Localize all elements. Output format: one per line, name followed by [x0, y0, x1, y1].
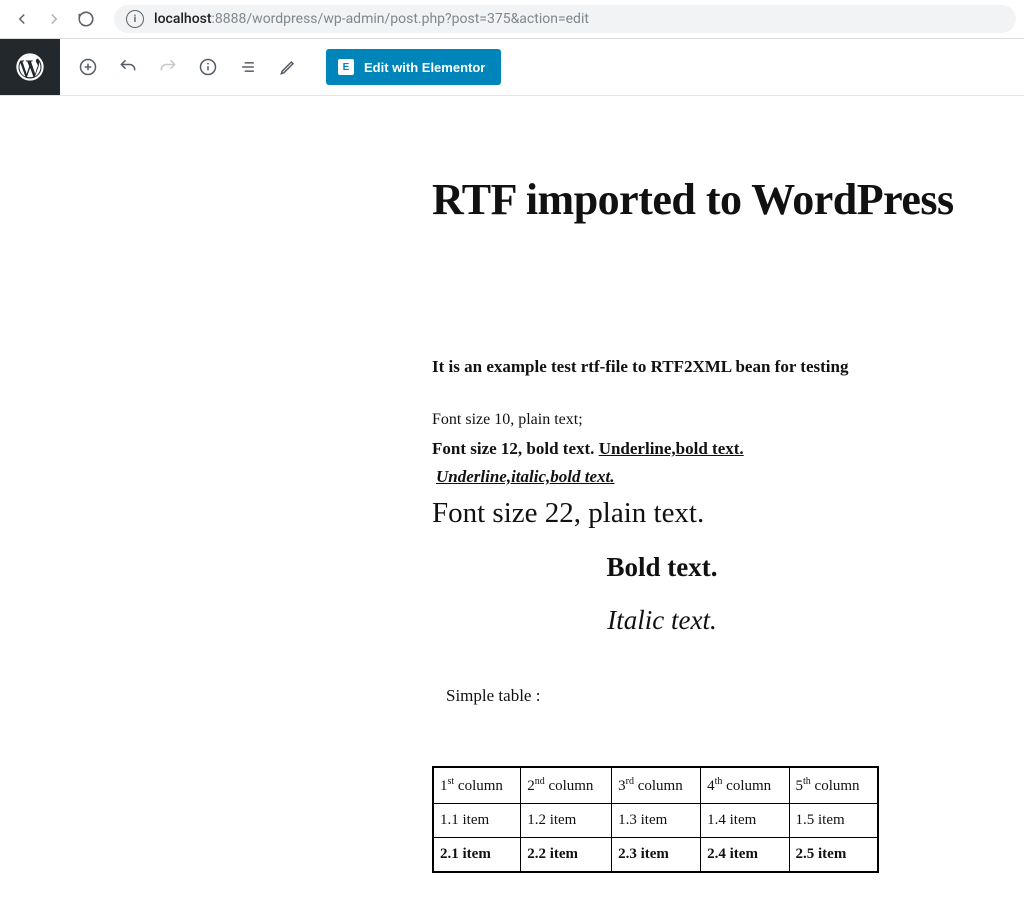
table-row: 2.1 item2.2 item2.3 item2.4 item2.5 item	[433, 838, 878, 873]
table-cell: 2.4 item	[701, 838, 789, 873]
table-header-row: 1st column2nd column3rd column4th column…	[433, 767, 878, 804]
undo-button[interactable]	[108, 47, 148, 87]
add-block-button[interactable]	[68, 47, 108, 87]
table-cell: 1.5 item	[789, 804, 878, 838]
table-header-cell: 3rd column	[612, 767, 701, 804]
intro-paragraph[interactable]: It is an example test rtf-file to RTF2XM…	[432, 357, 1012, 377]
rtf-table[interactable]: 1st column2nd column3rd column4th column…	[432, 766, 879, 873]
edit-with-elementor-button[interactable]: E Edit with Elementor	[326, 49, 501, 85]
site-info-icon: i	[126, 10, 144, 28]
post-title[interactable]: RTF imported to WordPress	[432, 174, 1012, 225]
line12-prefix: Font size 12, bold text.	[432, 439, 599, 458]
redo-button[interactable]	[148, 47, 188, 87]
line12-underline: Underline,bold text.	[599, 439, 744, 458]
browser-address-bar[interactable]: i localhost:8888/wordpress/wp-admin/post…	[114, 5, 1016, 33]
line-font-22[interactable]: Font size 22, plain text.	[432, 497, 1012, 530]
line-italic-centered[interactable]: Italic text.	[432, 605, 1012, 636]
table-header-cell: 5th column	[789, 767, 878, 804]
browser-forward-button[interactable]	[40, 5, 68, 33]
editor-toolbar: E Edit with Elementor	[0, 39, 1024, 96]
undo-icon	[118, 57, 138, 77]
elementor-icon: E	[338, 59, 354, 75]
line-font-12[interactable]: Font size 12, bold text. Underline,bold …	[432, 439, 1012, 459]
wordpress-icon	[16, 53, 44, 81]
line-underline-italic-bold[interactable]: Underline,italic,bold text.	[436, 467, 1012, 487]
url-host: localhost	[154, 11, 212, 27]
plus-circle-icon	[78, 57, 98, 77]
table-header-cell: 2nd column	[521, 767, 612, 804]
table-cell: 1.2 item	[521, 804, 612, 838]
toolbar-group	[60, 47, 316, 87]
line-simple-table[interactable]: Simple table :	[446, 686, 1012, 706]
reload-icon	[77, 10, 95, 28]
table-cell: 1.1 item	[433, 804, 521, 838]
table-header-cell: 4th column	[701, 767, 789, 804]
browser-reload-button[interactable]	[72, 5, 100, 33]
url-text: localhost:8888/wordpress/wp-admin/post.p…	[154, 11, 589, 27]
url-path: :8888/wordpress/wp-admin/post.php?post=3…	[212, 11, 589, 27]
arrow-left-icon	[13, 10, 31, 28]
editor-canvas[interactable]: RTF imported to WordPress It is an examp…	[0, 174, 1024, 873]
table-cell: 2.1 item	[433, 838, 521, 873]
table-row: 1.1 item1.2 item1.3 item1.4 item1.5 item	[433, 804, 878, 838]
table-cell: 1.4 item	[701, 804, 789, 838]
post-content: RTF imported to WordPress It is an examp…	[432, 174, 1012, 873]
line-font-10[interactable]: Font size 10, plain text;	[432, 411, 1012, 429]
browser-chrome: i localhost:8888/wordpress/wp-admin/post…	[0, 0, 1024, 39]
elementor-button-label: Edit with Elementor	[364, 60, 485, 75]
table-cell: 2.2 item	[521, 838, 612, 873]
pencil-icon	[278, 57, 298, 77]
redo-icon	[158, 57, 178, 77]
list-icon	[238, 57, 258, 77]
table-header-cell: 1st column	[433, 767, 521, 804]
browser-back-button[interactable]	[8, 5, 36, 33]
table-cell: 2.3 item	[612, 838, 701, 873]
edit-button[interactable]	[268, 47, 308, 87]
table-cell: 1.3 item	[612, 804, 701, 838]
block-navigation-button[interactable]	[228, 47, 268, 87]
table-cell: 2.5 item	[789, 838, 878, 873]
info-circle-icon	[198, 57, 218, 77]
arrow-right-icon	[45, 10, 63, 28]
line-bold-centered[interactable]: Bold text.	[432, 552, 1012, 583]
wordpress-logo-button[interactable]	[0, 39, 60, 95]
content-info-button[interactable]	[188, 47, 228, 87]
